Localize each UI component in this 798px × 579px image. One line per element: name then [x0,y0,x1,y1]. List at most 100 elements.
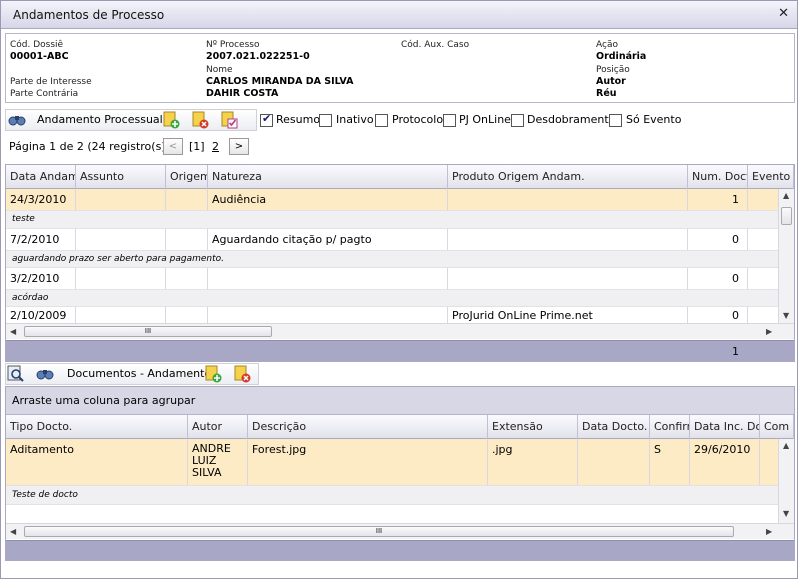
cell-extensao: .jpg [488,439,578,485]
scroll-thumb[interactable]: III [24,526,734,537]
window-title: Andamentos de Processo [13,8,165,22]
documentos-label: Documentos - Andamento [67,367,212,380]
binoculars-icon[interactable] [36,365,54,383]
table-row[interactable]: Aditamento ANDRE LUIZ SILVA Forest.jpg .… [6,439,778,485]
desdobramento-checkbox[interactable] [511,114,524,127]
delete-icon[interactable] [191,111,209,129]
scroll-left-icon[interactable]: ◀ [10,527,16,536]
num-processo-value: 2007.021.022251-0 [206,51,310,62]
grid2-vertical-scrollbar[interactable]: ▲ ▼ [778,439,794,523]
col-origem[interactable]: Origem [166,165,208,189]
cell-produto [448,189,688,210]
cell-data: 3/2/2010 [6,268,76,289]
current-page: [1] [189,140,205,153]
prev-page-button[interactable]: < [163,138,183,155]
grid1-horizontal-scrollbar[interactable]: ◀ III ▶ [6,323,794,339]
grid1-vertical-scrollbar[interactable]: ▲ ▼ [778,189,794,325]
table-row[interactable]: 3/2/2010 0 [6,268,778,289]
cell-autor: ANDRE LUIZ SILVA [188,439,248,485]
inativo-checkbox[interactable] [319,114,332,127]
cell-produto [448,229,688,250]
cell-num-doctos: 0 [688,268,748,289]
cell-descricao: Forest.jpg [248,439,488,485]
scroll-up-icon[interactable]: ▲ [783,191,789,200]
row-note: aguardando prazo ser aberto para pagamen… [6,250,778,268]
cell-num-doctos: 0 [688,229,748,250]
cell-num-doctos: 1 [688,189,748,210]
pj-online-label: PJ OnLine [459,113,511,126]
cell-data-docto [578,439,650,485]
col-num-doctos[interactable]: Num. Doctos [688,165,748,189]
cell-data: 7/2/2010 [6,229,76,250]
resumo-label: Resumo [276,113,321,126]
close-icon[interactable]: ✕ [778,6,789,21]
cell-origem [166,189,208,210]
so-evento-checkbox[interactable] [609,114,622,127]
col-data-docto[interactable]: Data Docto. [578,415,650,439]
col-evento[interactable]: Evento [748,165,794,189]
next-page-button[interactable]: > [229,138,249,155]
scroll-thumb[interactable] [781,207,792,225]
col-confirm[interactable]: Confirm [650,415,690,439]
footer-total: 1 [732,345,739,358]
pj-online-checkbox[interactable] [443,114,456,127]
col-com[interactable]: Com [760,415,794,439]
grid-header: Tipo Docto. Autor Descrição Extensão Dat… [6,415,794,439]
col-produto-origem[interactable]: Produto Origem Andam. [448,165,688,189]
num-processo-label: Nº Processo [206,40,260,50]
col-tipo-docto[interactable]: Tipo Docto. [6,415,188,439]
table-row[interactable]: 7/2/2010 Aguardando citação p/ pagto 0 [6,229,778,250]
check-icon[interactable] [220,111,238,129]
cell-assunto [76,268,166,289]
protocolo-checkbox[interactable] [375,114,388,127]
col-data-andamento[interactable]: Data Andamento [6,165,76,189]
add-icon[interactable] [162,111,180,129]
col-extensao[interactable]: Extensão [488,415,578,439]
cell-confirm: S [650,439,690,485]
cell-natureza [208,268,448,289]
col-natureza[interactable]: Natureza [208,165,448,189]
scroll-down-icon[interactable]: ▼ [783,311,789,320]
col-autor[interactable]: Autor [188,415,248,439]
scroll-thumb[interactable]: III [24,326,272,337]
documentos-grid: Arraste uma coluna para agrupar Tipo Doc… [5,386,795,561]
delete-icon[interactable] [233,365,251,383]
col-data-inc[interactable]: Data Inc. Docto [690,415,760,439]
protocolo-label: Protocolo [392,113,444,126]
scroll-down-icon[interactable]: ▼ [783,509,789,518]
documentos-toolbar: Documentos - Andamento [5,363,795,385]
andamentos-grid: Data Andamento Assunto Origem Natureza P… [5,164,795,362]
inativo-label: Inativo [336,113,374,126]
parte-contraria-label: Parte Contrária [10,89,79,99]
scroll-left-icon[interactable]: ◀ [10,327,16,336]
grid2-horizontal-scrollbar[interactable]: ◀ III ▶ [6,523,794,539]
group-hint-bar[interactable]: Arraste uma coluna para agrupar [6,387,794,415]
resumo-checkbox[interactable] [260,112,273,127]
parte-contraria-value: DAHIR COSTA [206,88,279,99]
posicao-contraria-value: Réu [596,88,617,99]
desdobramento-label: Desdobramento [527,113,616,126]
col-assunto[interactable]: Assunto [76,165,166,189]
col-descricao[interactable]: Descrição [248,415,488,439]
row-note: acórdao [6,289,778,307]
row-note: teste [6,210,778,229]
cell-origem [166,229,208,250]
scroll-up-icon[interactable]: ▲ [783,441,789,450]
cell-assunto [76,189,166,210]
binoculars-icon[interactable] [8,111,26,129]
scroll-right-icon[interactable]: ▶ [766,527,772,536]
cod-aux-label: Cód. Aux. Caso [401,40,470,50]
grid2-footer [6,540,794,560]
page-2-link[interactable]: 2 [212,140,219,153]
add-icon[interactable] [204,365,222,383]
scroll-right-icon[interactable]: ▶ [766,327,772,336]
cell-natureza: Audiência [208,189,448,210]
grid1-footer: 1 [6,340,794,361]
table-row[interactable]: 24/3/2010 Audiência 1 [6,189,778,210]
search-doc-icon[interactable] [7,365,25,383]
cell-data: 24/3/2010 [6,189,76,210]
title-bar: Andamentos de Processo ✕ [1,1,797,29]
cell-tipo: Aditamento [6,439,188,485]
grid-header: Data Andamento Assunto Origem Natureza P… [6,165,794,189]
cell-data-inc: 29/6/2010 [690,439,760,485]
